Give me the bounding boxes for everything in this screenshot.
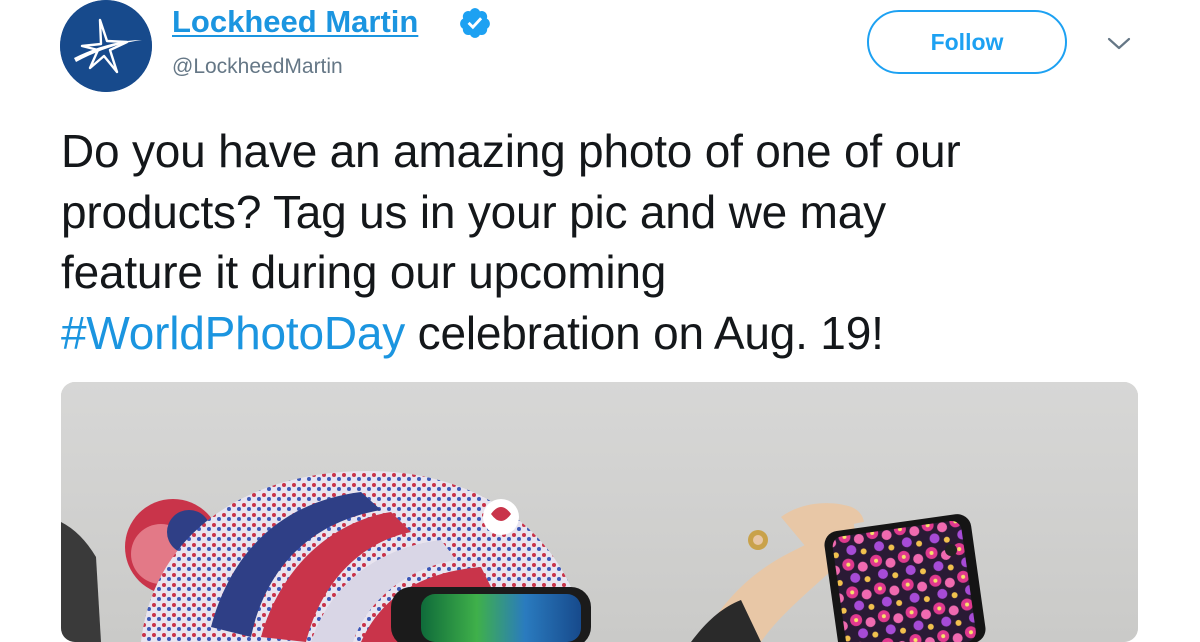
photo-person-knit-hat-goggles-phone-icon [61, 382, 1138, 642]
tweet-line: products? Tag us in your pic and we may [61, 185, 886, 238]
tweet-text: Do you have an amazing photo of one of o… [61, 121, 1161, 363]
display-name-link[interactable]: Lockheed Martin [172, 4, 418, 40]
verified-badge-icon [460, 8, 490, 38]
tweet-line-rest: celebration on Aug. 19! [405, 306, 884, 359]
lockheed-star-logo-icon [60, 0, 152, 92]
chevron-down-icon[interactable] [1104, 34, 1134, 54]
follow-button[interactable]: Follow [867, 10, 1067, 74]
tweet-line: Do you have an amazing photo of one of o… [61, 125, 961, 177]
hashtag-link[interactable]: #WorldPhotoDay [61, 307, 405, 359]
account-handle: @LockheedMartin [172, 55, 343, 78]
account-avatar[interactable] [60, 0, 152, 92]
tweet-media-photo[interactable] [61, 382, 1138, 642]
tweet-line: #WorldPhotoDay celebration on Aug. 19! [61, 303, 1161, 364]
tweet-line: feature it during our upcoming [61, 246, 667, 298]
